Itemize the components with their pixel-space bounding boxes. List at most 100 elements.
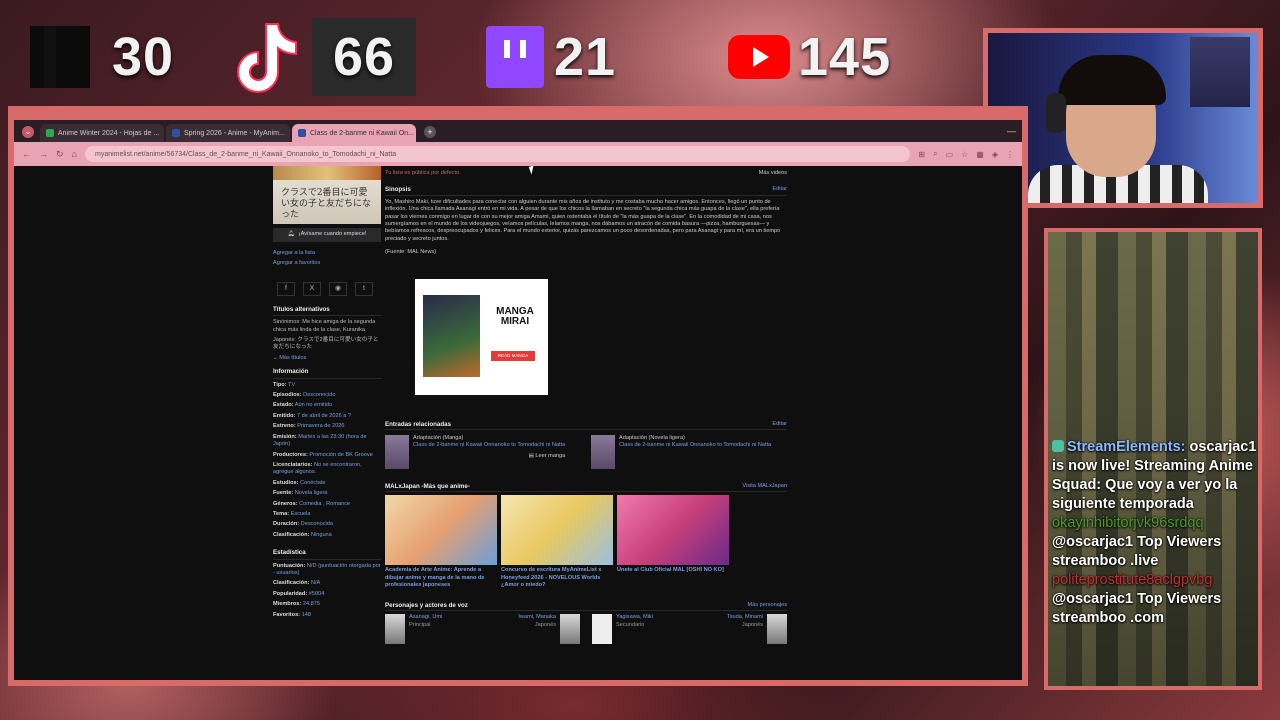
facebook-icon[interactable]: f (277, 281, 295, 296)
related-list: Adaptación (Manga) Class de 2-banme ni Ka… (385, 435, 787, 470)
info-row: Fuente: Novela ligera (273, 490, 381, 497)
japan-card[interactable]: Únete al Club Oficial MAL [OSHI NO KO] (617, 495, 729, 589)
notify-button[interactable]: 🔔︎ ¡Avísame cuando empiece! (273, 228, 381, 242)
synopsis-header-row: Sinopsis Editar (385, 186, 787, 196)
stats-header: Estadística (273, 549, 381, 560)
url-input[interactable]: myanimelist.net/anime/56734/Class_de_2-b… (84, 146, 911, 162)
extension-icon[interactable]: ▦ (976, 150, 984, 159)
info-row: Tema: Escuela (273, 511, 381, 518)
related-header: Entradas relacionadas (385, 420, 452, 428)
info-key: Clasificación: (273, 580, 310, 587)
related-link[interactable]: Class de 2-banme ni Kawaii Onnanoko to T… (413, 442, 565, 448)
chat-message: politeprostitute8aclgpvbg (1052, 572, 1213, 588)
info-value: Primavera de 2026 (297, 423, 345, 430)
puzzle-icon[interactable]: ◈ (992, 150, 998, 159)
info-key: Estudios: (273, 479, 299, 486)
visit-japan-link[interactable]: Visita MALxJapan (742, 483, 787, 490)
x-icon[interactable]: X (303, 281, 321, 296)
char-row[interactable]: Asanagi, Umi Principal Iwami, Manaka Japon… (385, 614, 580, 645)
manga-mirai-ad[interactable]: MANGA MIRAI READ MANGA (415, 278, 548, 395)
main-column: Tu lista es pública por defecto. Más vid… (385, 166, 788, 645)
info-value: 148 (301, 611, 311, 618)
add-fav-link[interactable]: Agregar a favoritos (273, 260, 381, 267)
info-row: Estado: Aún no emitido (273, 402, 381, 409)
char-row[interactable]: Yagisawa, Miki Secundario Tsuda, Minami Ja… (592, 614, 787, 645)
info-key: Favoritos: (273, 611, 301, 618)
info-value: Novela ligera (294, 490, 328, 497)
info-value: Promoción de BK Groove (309, 451, 373, 458)
japan-header: MALxJapan -Más que anime- (385, 483, 470, 491)
info-key: Miembros: (273, 601, 302, 608)
info-key: Popularidad: (273, 590, 308, 597)
japan-card[interactable]: Academia de Arte Anime: Aprende a dibuja… (385, 495, 497, 589)
kick-stat: 30 (30, 18, 174, 96)
info-value: Ninguna (310, 531, 332, 538)
va-portrait (560, 614, 580, 645)
close-icon[interactable]: ✕ (289, 129, 290, 137)
reddit-icon[interactable]: ◉ (329, 281, 347, 296)
tumblr-icon[interactable]: t (355, 281, 373, 296)
info-key: Tipo: (273, 381, 287, 388)
related-item[interactable]: Adaptación (Manga) Class de 2-banme ni Ka… (385, 435, 581, 470)
mal-icon (298, 129, 306, 137)
info-key: Fuente: (273, 490, 294, 497)
info-row: Licenciatarios: No se encontraron, agreg… (273, 462, 381, 477)
tab-anime-winter[interactable]: Anime Winter 2024 - Hojas de ...✕ (40, 124, 164, 142)
tab-search-icon[interactable]: ⌄ (22, 126, 34, 138)
char-portrait (385, 614, 405, 645)
synopsis-header: Sinopsis (385, 186, 411, 194)
info-key: Duración: (273, 521, 300, 528)
info-key: Episodios: (273, 392, 302, 399)
alt-titles-header: Títulos alternativos (273, 306, 381, 317)
zoom-icon[interactable]: ⌕ (933, 149, 937, 159)
info-row: Clasificación: N/A (273, 580, 381, 587)
translate-icon[interactable]: ⊞ (918, 150, 925, 159)
more-titles-link[interactable]: ⌄ Más títulos (273, 355, 381, 362)
forward-icon[interactable]: → (39, 149, 48, 159)
menu-icon[interactable]: ⋮ (1006, 150, 1014, 159)
cast-icon[interactable]: ▭ (946, 150, 954, 159)
info-key: Emisión: (273, 433, 297, 440)
twitch-count: 21 (554, 27, 617, 87)
address-bar-row: ← → ↻ ⌂ myanimelist.net/anime/56734/Clas… (14, 142, 1022, 166)
info-row: Estreno: Primavera de 2026 (273, 423, 381, 430)
info-row: Estudios: Conéctate (273, 480, 381, 487)
reload-icon[interactable]: ↻ (56, 149, 64, 160)
info-key: Estado: (273, 402, 294, 409)
read-manga-link[interactable]: Leer manga (535, 453, 565, 459)
related-item[interactable]: Adaptación (Novela ligera) Class de 2-ban… (591, 435, 787, 470)
left-sidebar: クラスで2番目に可愛い女の子と友だちになった 🔔︎ ¡Avísame cuando… (273, 166, 381, 622)
back-icon[interactable]: ← (22, 149, 31, 159)
japan-card[interactable]: Concurso de escritura MyAnimeList x Hone… (501, 495, 613, 589)
twitch-stat: 21 (486, 18, 616, 96)
japan-header-row: MALxJapan -Más que anime- Visita MALxJapa… (385, 483, 787, 493)
edit-link[interactable]: Editar (772, 186, 787, 193)
tab-spring-2026[interactable]: Spring 2026 - Anime - MyAnim...✕ (166, 124, 290, 142)
tiktok-count: 66 (332, 27, 396, 87)
related-link[interactable]: Class de 2-banme ni Kawaii Onnanoko to T… (619, 442, 771, 448)
edit-link[interactable]: Editar (772, 421, 787, 428)
info-row: Clasificación: Ninguna (273, 532, 381, 539)
info-key: Productores: (273, 451, 308, 458)
minimize-icon[interactable]: — (1001, 126, 1022, 142)
chars-header-row: Personajes y actores de voz Más personaje… (385, 602, 788, 612)
youtube-icon (728, 35, 790, 79)
info-value: 7 de abril de 2026 a ? (296, 412, 352, 419)
tab-class-de-2-banme[interactable]: Class de 2-banme ni Kawaii On...✕ (292, 124, 416, 142)
related-thumb (591, 435, 615, 470)
info-value: Conéctate (300, 479, 326, 486)
ad-read-button[interactable]: READ MANGA (491, 350, 535, 361)
info-row: Miembros: 24.875 (273, 601, 381, 608)
info-value: Comedia , Romance (299, 500, 351, 507)
add-list-link[interactable]: Agregar a la lista (273, 250, 381, 257)
more-videos-link[interactable]: Más videos (759, 170, 787, 177)
close-icon[interactable]: ✕ (163, 129, 164, 137)
related-thumb (385, 435, 409, 470)
bookmark-star-icon[interactable]: ☆ (961, 150, 968, 159)
info-row: Puntuación: N/D (puntuación otorgada por… (273, 563, 381, 578)
twitch-icon (486, 26, 544, 88)
more-chars-link[interactable]: Más personajes (748, 602, 788, 609)
home-icon[interactable]: ⌂ (72, 149, 77, 159)
tiktok-icon (228, 18, 300, 96)
new-tab-button[interactable]: + (424, 126, 436, 138)
